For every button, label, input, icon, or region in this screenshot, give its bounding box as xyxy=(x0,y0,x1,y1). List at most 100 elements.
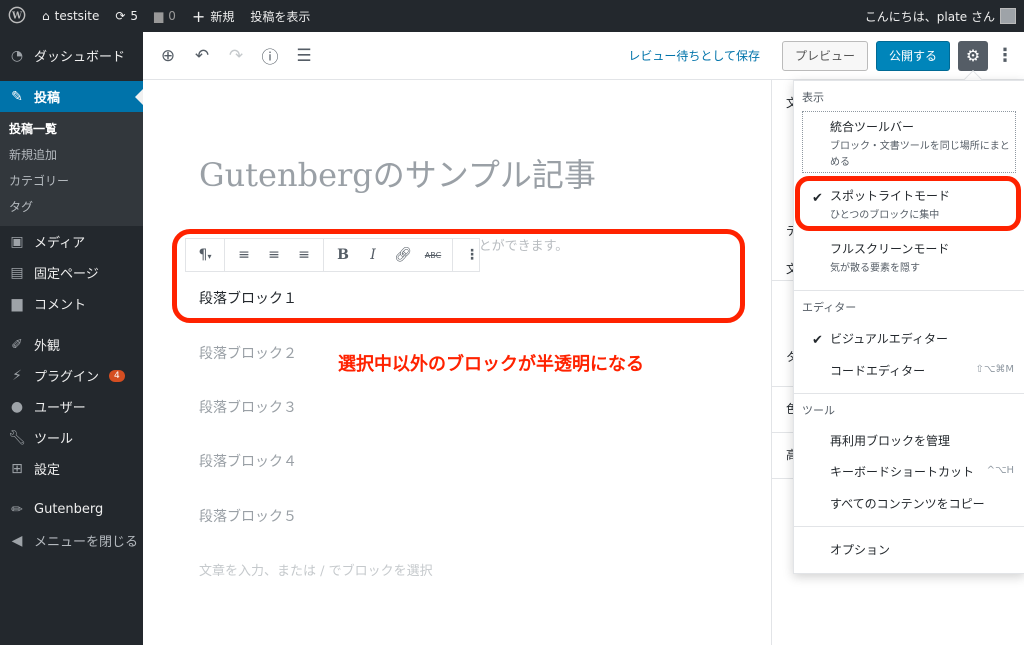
list-icon: ☰ xyxy=(296,45,312,66)
sidebar-item-label: ユーザー xyxy=(34,401,86,416)
sidebar-item-label: 投稿 xyxy=(34,91,61,106)
submenu-item-add-new[interactable]: 新規追加 xyxy=(0,142,143,168)
menu-item-keyboard-shortcuts[interactable]: キーボードショートカット xyxy=(830,463,974,480)
content-structure-button[interactable]: ⓘ xyxy=(253,43,287,68)
sidebar-item-settings[interactable]: ⊞ 設定 xyxy=(0,453,143,484)
sidebar-item-media[interactable]: ▣ メディア xyxy=(0,226,143,257)
menu-heading-view: 表示 xyxy=(802,91,824,104)
pencil-icon: ✏ xyxy=(11,501,23,518)
plugin-icon: ⚡ xyxy=(12,367,22,384)
comments-link[interactable]: ▆ 0 xyxy=(146,0,184,32)
comments-count: 0 xyxy=(168,9,176,23)
more-menu-dropdown: 表示 統合ツールバー ブロック・文書ツールを同じ場所にまとめる ✔ スポットライ… xyxy=(793,80,1024,574)
redo-button[interactable]: ↷ xyxy=(219,46,253,66)
media-icon: ▣ xyxy=(10,233,24,250)
comment-icon: ▆ xyxy=(11,295,23,312)
menu-item-unified-toolbar[interactable]: 統合ツールバー xyxy=(830,118,914,135)
more-menu-button[interactable]: ⋮ xyxy=(996,45,1014,66)
save-pending-link[interactable]: レビュー待ちとして保存 xyxy=(628,47,760,64)
page-icon: ▤ xyxy=(10,264,24,281)
avatar xyxy=(1000,8,1016,24)
undo-button[interactable]: ↶ xyxy=(185,46,219,66)
new-content-link[interactable]: + 新規 xyxy=(184,0,242,32)
annotation-highlight-box xyxy=(172,229,745,323)
wordpress-icon: W xyxy=(8,6,26,27)
paragraph-block-3[interactable]: 段落ブロック３ xyxy=(199,397,297,417)
new-label: 新規 xyxy=(210,9,235,24)
site-name: testsite xyxy=(54,9,100,23)
menu-divider xyxy=(794,290,1024,291)
collapse-arrow-icon: ◀ xyxy=(11,532,23,549)
sidebar-item-label: ダッシュボード xyxy=(34,50,126,65)
admin-bar: W ⌂ testsite ⟳ 5 ▆ 0 + 新規 投稿を表示 こんにちは、pl… xyxy=(0,0,1024,32)
sidebar-collapse-button[interactable]: ◀ メニューを閉じる xyxy=(0,525,143,556)
sidebar-item-tools[interactable]: 🔧︎ ツール xyxy=(0,422,143,453)
unified-toolbar-description: ブロック・文書ツールを同じ場所にまとめる xyxy=(830,141,1010,168)
paragraph-block-4[interactable]: 段落ブロック４ xyxy=(199,451,297,471)
admin-sidebar: ◔ ダッシュボード ✎ 投稿 投稿一覧 新規追加 カテゴリー タグ ▣ メディア… xyxy=(0,32,143,645)
post-title[interactable]: Gutenbergのサンプル記事 xyxy=(199,150,596,196)
annotation-highlight-box xyxy=(795,176,1021,231)
sidebar-item-comments[interactable]: ▆ コメント xyxy=(0,288,143,319)
sidebar-item-appearance[interactable]: ✐ 外観 xyxy=(0,329,143,360)
paintbrush-icon: ✐ xyxy=(11,336,23,353)
user-icon: ● xyxy=(10,398,24,415)
sidebar-item-label: プラグイン xyxy=(34,370,100,385)
settings-toggle-button[interactable]: ⚙ xyxy=(958,40,988,71)
sidebar-item-label: コメント xyxy=(34,298,87,313)
editor-header-toolbar: ⊕ ↶ ↷ ⓘ ☰ レビュー待ちとして保存 プレビュー 公開する ⚙ ⋮ xyxy=(143,32,1024,80)
menu-item-copy-all-content[interactable]: すべてのコンテンツをコピー xyxy=(830,495,985,512)
view-post-label: 投稿を表示 xyxy=(250,9,311,24)
paragraph-block-2[interactable]: 段落ブロック２ xyxy=(199,343,297,363)
sidebar-item-dashboard[interactable]: ◔ ダッシュボード xyxy=(0,40,143,71)
settings-icon: ⊞ xyxy=(11,460,23,477)
updates-count: 5 xyxy=(130,9,139,23)
submenu-item-all-posts[interactable]: 投稿一覧 xyxy=(0,116,143,142)
publish-button[interactable]: 公開する xyxy=(875,40,950,71)
sidebar-item-label: 固定ページ xyxy=(34,267,99,282)
updates-link[interactable]: ⟳ 5 xyxy=(107,0,146,32)
block-navigation-button[interactable]: ☰ xyxy=(287,46,321,66)
default-block-appender[interactable]: 文章を入力、または / でブロックを選択 xyxy=(199,560,433,579)
my-account-link[interactable]: こんにちは、plate さん xyxy=(857,0,1024,32)
sidebar-item-plugins[interactable]: ⚡ プラグイン 4 xyxy=(0,360,143,391)
menu-item-manage-reusable-blocks[interactable]: 再利用ブロックを管理 xyxy=(830,432,950,449)
sidebar-item-users[interactable]: ● ユーザー xyxy=(0,391,143,422)
sidebar-item-label: 設定 xyxy=(34,463,61,478)
menu-item-code-editor[interactable]: コードエディター xyxy=(830,362,925,379)
site-name-link[interactable]: ⌂ testsite xyxy=(34,0,107,32)
undo-icon: ↶ xyxy=(194,45,210,66)
code-editor-shortcut: ⇧⌥⌘M xyxy=(975,364,1014,375)
sidebar-item-posts[interactable]: ✎ 投稿 xyxy=(0,81,143,112)
wordpress-logo-button[interactable]: W xyxy=(0,0,34,32)
sidebar-item-label: ツール xyxy=(34,432,74,447)
menu-item-fullscreen-mode[interactable]: フルスクリーンモード xyxy=(830,240,949,257)
paragraph-block-5[interactable]: 段落ブロック５ xyxy=(199,506,297,526)
sidebar-item-label: 外観 xyxy=(34,339,61,354)
comment-icon: ▆ xyxy=(154,9,164,23)
add-block-button[interactable]: ⊕ xyxy=(151,46,185,66)
svg-text:W: W xyxy=(11,11,23,21)
plus-icon: + xyxy=(191,6,206,26)
submenu-item-tags[interactable]: タグ xyxy=(0,194,143,220)
posts-submenu: 投稿一覧 新規追加 カテゴリー タグ xyxy=(0,112,143,226)
greeting: こんにちは、plate さん xyxy=(864,9,995,24)
check-icon: ✔ xyxy=(812,333,823,348)
redo-icon: ↷ xyxy=(228,45,244,66)
updates-icon: ⟳ xyxy=(115,9,126,23)
preview-button[interactable]: プレビュー xyxy=(781,40,868,71)
annotation-text: 選択中以外のブロックが半透明になる xyxy=(338,354,644,375)
vertical-ellipsis-icon: ⋮ xyxy=(996,45,1014,66)
menu-heading-editor: エディター xyxy=(802,301,857,314)
menu-divider xyxy=(794,393,1024,394)
sidebar-item-pages[interactable]: ▤ 固定ページ xyxy=(0,257,143,288)
sidebar-item-label: Gutenberg xyxy=(34,502,104,517)
submenu-item-categories[interactable]: カテゴリー xyxy=(0,168,143,194)
menu-item-options[interactable]: オプション xyxy=(830,541,890,558)
info-icon: ⓘ xyxy=(261,48,279,68)
pushpin-icon: ✎ xyxy=(11,88,23,105)
gear-icon: ⚙ xyxy=(965,45,981,65)
view-post-link[interactable]: 投稿を表示 xyxy=(242,0,318,32)
sidebar-item-gutenberg[interactable]: ✏ Gutenberg xyxy=(0,494,143,525)
menu-item-visual-editor[interactable]: ビジュアルエディター xyxy=(830,330,948,347)
